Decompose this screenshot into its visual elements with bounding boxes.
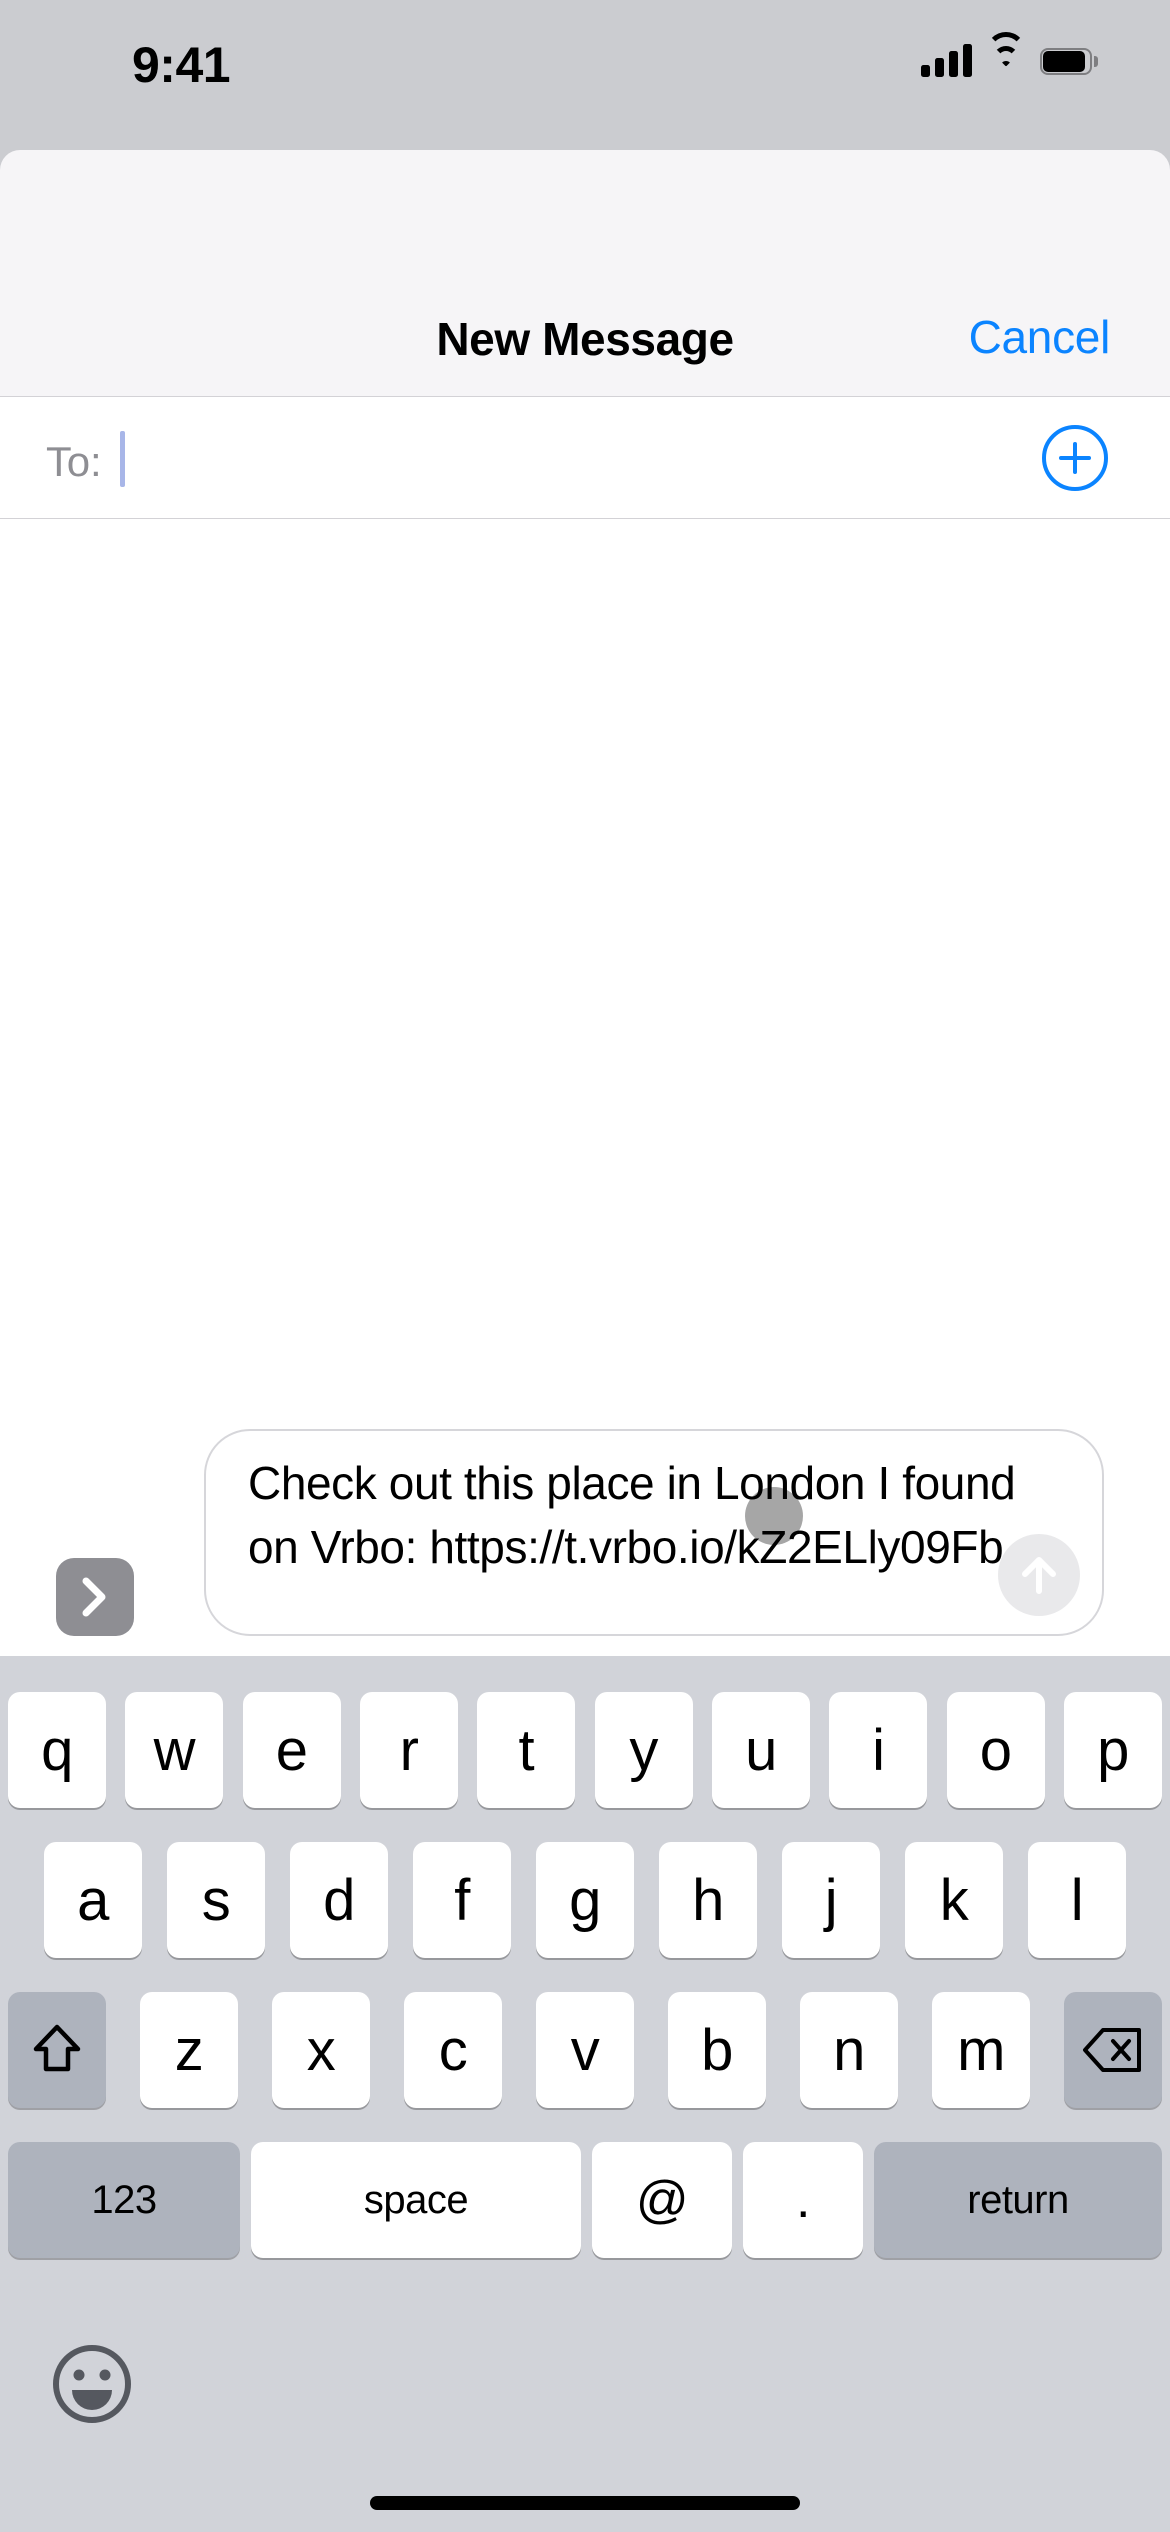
shift-arrow-icon — [33, 2024, 81, 2072]
plus-circle-icon[interactable] — [1042, 425, 1108, 491]
smiley-face-icon — [53, 2345, 131, 2423]
key-l[interactable]: l — [1028, 1842, 1126, 1958]
space-key[interactable]: space — [251, 2142, 581, 2258]
key-z[interactable]: z — [140, 1992, 238, 2108]
to-input[interactable] — [126, 425, 906, 491]
chevron-right-icon[interactable] — [56, 1558, 134, 1636]
key-f[interactable]: f — [413, 1842, 511, 1958]
key-t[interactable]: t — [477, 1692, 576, 1808]
keyboard-row-4: 123 space @ . return — [0, 2142, 1170, 2258]
delete-key[interactable] — [1064, 1992, 1162, 2108]
key-s[interactable]: s — [167, 1842, 265, 1958]
key-k[interactable]: k — [905, 1842, 1003, 1958]
recipient-row[interactable]: To: — [0, 397, 1170, 519]
new-message-header: New Message Cancel — [0, 150, 1170, 396]
status-bar-time: 9:41 — [132, 37, 231, 93]
key-o[interactable]: o — [946, 1692, 1045, 1808]
keyboard-row-1: q w e r t y u i o p — [0, 1692, 1170, 1808]
chevron-right-glyph — [82, 1577, 106, 1617]
key-p[interactable]: p — [1063, 1692, 1162, 1808]
cellular-bars-icon — [921, 44, 972, 77]
send-button[interactable] — [998, 1534, 1080, 1616]
key-n[interactable]: n — [800, 1992, 898, 2108]
keyboard-row-3: z x c v b n m — [0, 1992, 1170, 2108]
message-input-bubble[interactable]: Check out this place in London I found o… — [204, 1429, 1104, 1636]
key-i[interactable]: i — [829, 1692, 928, 1808]
to-label: To: — [46, 438, 102, 485]
status-bar: 9:41 — [0, 0, 1170, 150]
numbers-key[interactable]: 123 — [8, 2142, 240, 2258]
home-indicator-bar — [370, 2496, 800, 2510]
period-key[interactable]: . — [743, 2142, 863, 2258]
arrow-up-icon — [1022, 1557, 1056, 1594]
key-u[interactable]: u — [711, 1692, 810, 1808]
key-g[interactable]: g — [536, 1842, 634, 1958]
keyboard-row-2: a s d f g h j k l — [0, 1842, 1170, 1958]
wifi-icon — [986, 32, 1026, 76]
key-e[interactable]: e — [242, 1692, 341, 1808]
key-q[interactable]: q — [8, 1692, 106, 1808]
text-caret — [120, 431, 125, 487]
message-input-text: Check out this place in London I found o… — [248, 1457, 1016, 1573]
key-b[interactable]: b — [668, 1992, 766, 2108]
key-a[interactable]: a — [44, 1842, 142, 1958]
key-x[interactable]: x — [272, 1992, 370, 2108]
return-key[interactable]: return — [874, 2142, 1162, 2258]
compose-bar: Check out this place in London I found o… — [0, 1415, 1170, 1656]
on-screen-keyboard: q w e r t y u i o p a s d f g h j k l z … — [0, 1656, 1170, 2532]
battery-full-icon — [1040, 47, 1098, 75]
key-h[interactable]: h — [659, 1842, 757, 1958]
key-j[interactable]: j — [782, 1842, 880, 1958]
key-c[interactable]: c — [404, 1992, 502, 2108]
status-bar-indicators — [921, 32, 1098, 82]
at-key[interactable]: @ — [592, 2142, 732, 2258]
iphone-screen: 9:41 New Message Cancel To: Check out th… — [0, 0, 1170, 2532]
key-y[interactable]: y — [594, 1692, 693, 1808]
key-m[interactable]: m — [932, 1992, 1030, 2108]
backspace-icon — [1083, 2028, 1141, 2072]
cancel-button[interactable]: Cancel — [969, 310, 1111, 364]
key-w[interactable]: w — [125, 1692, 224, 1808]
key-r[interactable]: r — [359, 1692, 458, 1808]
shift-key[interactable] — [8, 1992, 106, 2108]
key-d[interactable]: d — [290, 1842, 388, 1958]
emoji-key[interactable] — [48, 2340, 136, 2428]
key-v[interactable]: v — [536, 1992, 634, 2108]
